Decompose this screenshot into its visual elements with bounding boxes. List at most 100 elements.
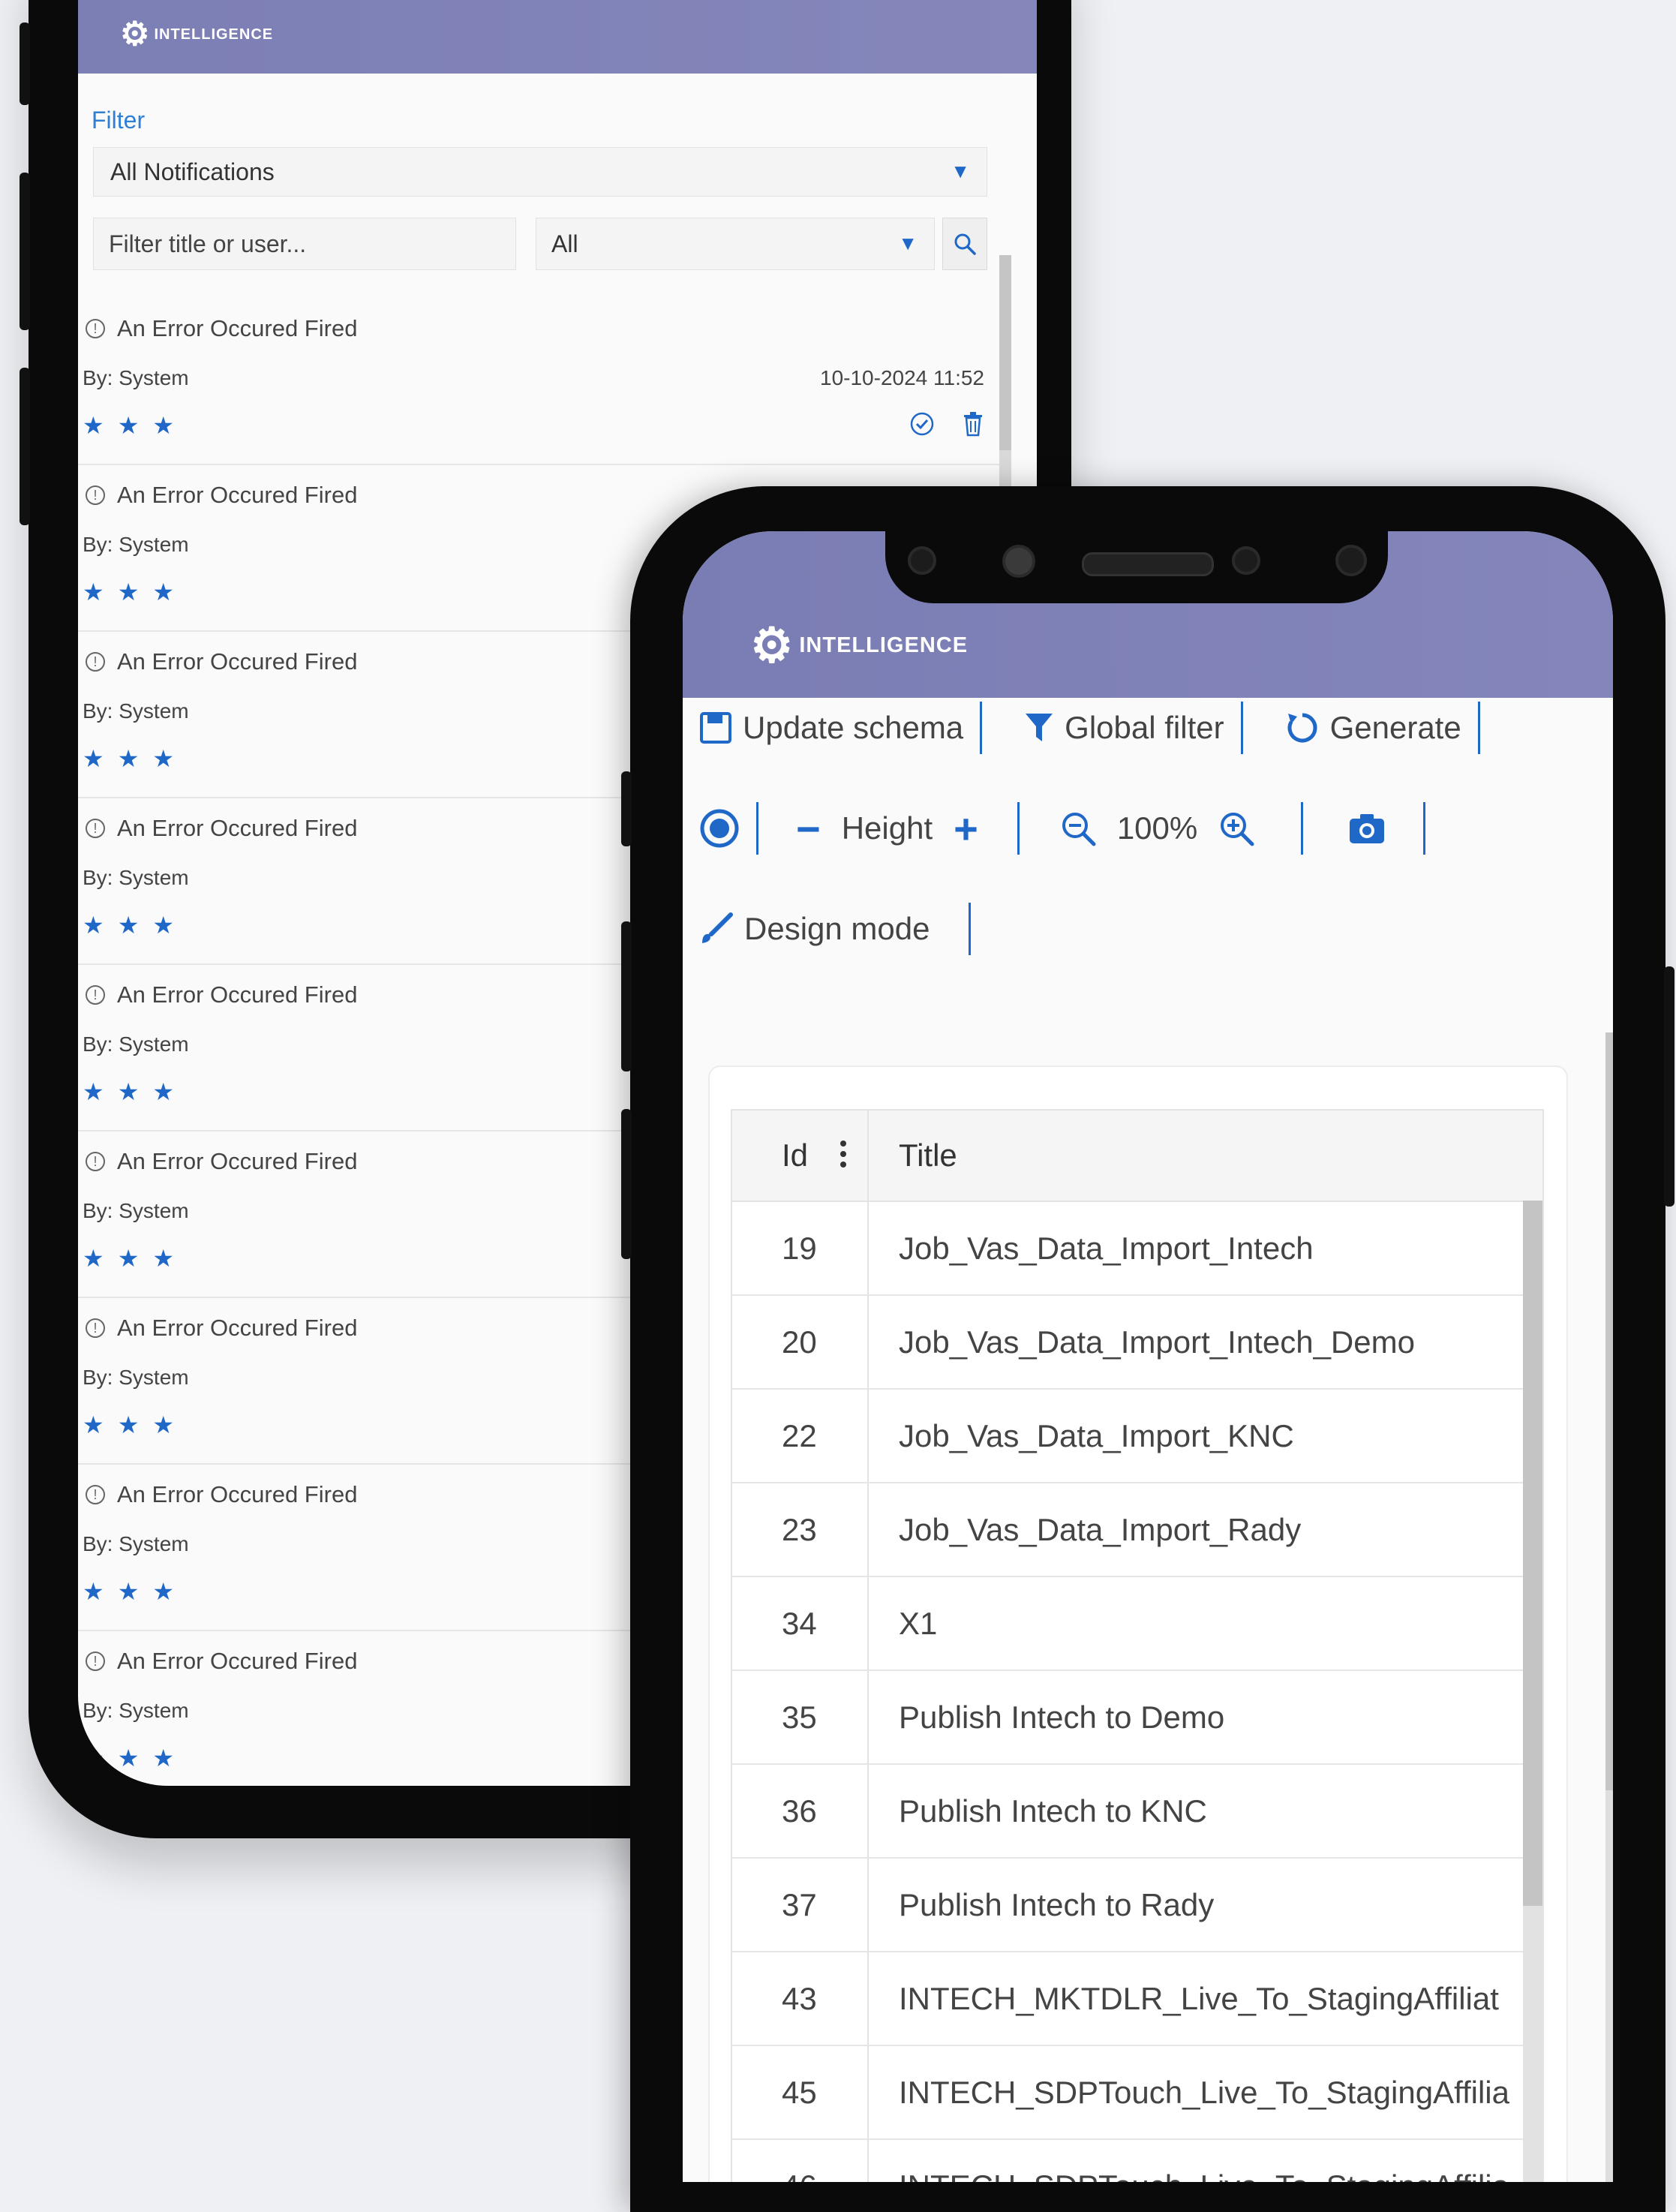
notification-author: By: System xyxy=(83,533,189,556)
scrollbar-thumb[interactable] xyxy=(1605,1032,1613,1790)
decrease-height-button[interactable]: − xyxy=(758,804,837,853)
cell-title: Publish Intech to Demo xyxy=(899,1699,1225,1735)
plus-icon: + xyxy=(954,804,978,852)
notification-title: An Error Occured Fired xyxy=(117,315,358,341)
column-menu-kebab-icon[interactable] xyxy=(840,1141,846,1172)
design-mode-button[interactable]: Design mode xyxy=(683,911,946,947)
phone-side-button xyxy=(621,771,632,846)
priority-stars: ★★★ xyxy=(83,579,188,606)
grid-panel: Id Title 19 Job_Vas_Data_Import_Intech 20… xyxy=(708,1065,1568,2182)
table-row[interactable]: 36 Publish Intech to KNC xyxy=(732,1765,1542,1859)
camera-lens xyxy=(1232,546,1260,575)
search-button[interactable] xyxy=(942,218,987,270)
cell-id: 23 xyxy=(732,1483,869,1576)
zoom-level-text: 100% xyxy=(1116,810,1198,846)
alert-icon: ! xyxy=(86,1485,105,1504)
status-value: All xyxy=(551,230,578,257)
table-row[interactable]: 45 INTECH_SDPTouch_Live_To_StagingAffilia xyxy=(732,2046,1542,2140)
notification-title: An Error Occured Fired xyxy=(117,981,358,1008)
notification-author: By: System xyxy=(83,1032,189,1056)
search-input[interactable]: Filter title or user... xyxy=(93,218,516,270)
table-row[interactable]: 37 Publish Intech to Rady xyxy=(732,1859,1542,1952)
notification-title-row: ! An Error Occured Fired xyxy=(86,1648,357,1675)
toolbar-row-2: − Height + 100% xyxy=(683,798,1426,858)
brand-name: INTELLIGENCE xyxy=(799,633,969,657)
update-schema-label: Update schema xyxy=(743,710,964,745)
notification-type-select[interactable]: All Notifications ▼ xyxy=(93,147,987,197)
notification-title-row: ! An Error Occured Fired xyxy=(86,315,357,342)
generate-label: Generate xyxy=(1329,710,1461,745)
increase-height-button[interactable]: + xyxy=(937,804,995,853)
page-scrollbar[interactable] xyxy=(1605,1032,1613,2182)
zoom-out-icon xyxy=(1062,813,1096,846)
caret-down-icon: ▼ xyxy=(898,232,918,254)
alert-icon: ! xyxy=(86,819,105,838)
table-row[interactable]: 35 Publish Intech to Demo xyxy=(732,1671,1542,1765)
table-row[interactable]: 22 Job_Vas_Data_Import_KNC xyxy=(732,1390,1542,1483)
camera-lens xyxy=(1335,545,1367,576)
phone-side-button xyxy=(20,173,30,330)
alert-icon: ! xyxy=(86,1651,105,1671)
column-header-title-label: Title xyxy=(899,1138,957,1173)
alert-icon: ! xyxy=(86,1152,105,1171)
scrollbar-thumb[interactable] xyxy=(1523,1201,1542,1906)
toolbar-row-1: Update schema Global filter Generate xyxy=(683,698,1480,758)
zoom-in-button[interactable] xyxy=(1202,810,1271,846)
cell-id: 46 xyxy=(732,2140,869,2182)
table-row[interactable]: 46INTECH_SDPTouch_Live_To_StagingAffilia xyxy=(732,2140,1542,2182)
phone-side-button xyxy=(20,23,30,105)
mark-read-check-icon[interactable] xyxy=(909,411,935,443)
notification-title-row: ! An Error Occured Fired xyxy=(86,482,357,509)
phone-side-button xyxy=(621,1109,632,1259)
table-row[interactable]: 23 Job_Vas_Data_Import_Rady xyxy=(732,1483,1542,1577)
alert-icon: ! xyxy=(86,985,105,1005)
zoom-in-icon xyxy=(1221,813,1254,846)
grid-scrollbar[interactable] xyxy=(1523,1201,1542,2182)
column-header-id[interactable]: Id xyxy=(732,1111,869,1201)
zoom-out-button[interactable] xyxy=(1020,810,1113,846)
data-grid: Id Title 19 Job_Vas_Data_Import_Intech 20… xyxy=(731,1109,1544,2182)
notification-author: By: System xyxy=(83,699,189,723)
table-row[interactable]: 43 INTECH_MKTDLR_Live_To_StagingAffiliat xyxy=(732,1952,1542,2046)
column-header-id-label: Id xyxy=(782,1138,809,1173)
filter-label: Filter xyxy=(92,107,146,134)
table-row[interactable]: 19 Job_Vas_Data_Import_Intech xyxy=(732,1202,1542,1296)
notification-title-row: ! An Error Occured Fired xyxy=(86,815,357,842)
cell-id: 35 xyxy=(732,1671,869,1763)
alert-icon: ! xyxy=(86,652,105,672)
notification-title-row: ! An Error Occured Fired xyxy=(86,648,357,675)
zoom-level: 100% xyxy=(1113,810,1202,846)
update-schema-button[interactable]: Update schema xyxy=(683,710,980,746)
priority-stars: ★★★ xyxy=(83,1745,188,1772)
scrollbar-thumb[interactable] xyxy=(999,255,1011,450)
phone-notch xyxy=(885,531,1388,603)
select-mode-button[interactable] xyxy=(683,808,756,849)
global-filter-button[interactable]: Global filter xyxy=(982,710,1240,746)
cell-title: INTECH_MKTDLR_Live_To_StagingAffiliat xyxy=(899,1980,1499,2016)
table-row[interactable]: 20 Job_Vas_Data_Import_Intech_Demo xyxy=(732,1296,1542,1390)
cell-id: 43 xyxy=(732,1952,869,2045)
status-select[interactable]: All ▼ xyxy=(536,218,935,270)
priority-stars: ★★★ xyxy=(83,1245,188,1272)
toolbar-divider xyxy=(1477,702,1480,754)
cell-id: 22 xyxy=(732,1390,869,1482)
delete-trash-icon[interactable] xyxy=(962,411,984,443)
generate-button[interactable]: Generate xyxy=(1243,710,1478,746)
cell-title: INTECH_SDPTouch_Live_To_StagingAffilia xyxy=(899,2074,1509,2110)
priority-stars: ★★★ xyxy=(83,745,188,772)
priority-stars: ★★★ xyxy=(83,1078,188,1105)
notification-type-value: All Notifications xyxy=(110,158,275,185)
save-icon xyxy=(700,712,731,744)
notification-title: An Error Occured Fired xyxy=(117,648,358,675)
notification-author: By: System xyxy=(83,1366,189,1389)
cell-title: Job_Vas_Data_Import_Rady xyxy=(899,1511,1302,1547)
notification-item[interactable]: ! An Error Occured Fired By: System 10-1… xyxy=(78,299,1001,465)
priority-stars: ★★★ xyxy=(83,412,188,439)
screenshot-button[interactable] xyxy=(1303,812,1423,845)
alert-icon: ! xyxy=(86,319,105,338)
cell-title: Publish Intech to Rady xyxy=(899,1886,1215,1922)
paint-brush-icon xyxy=(702,912,733,943)
column-header-title[interactable]: Title xyxy=(869,1111,1542,1201)
table-row[interactable]: 34 X1 xyxy=(732,1577,1542,1671)
toolbar-row-3: Design mode xyxy=(683,899,972,959)
